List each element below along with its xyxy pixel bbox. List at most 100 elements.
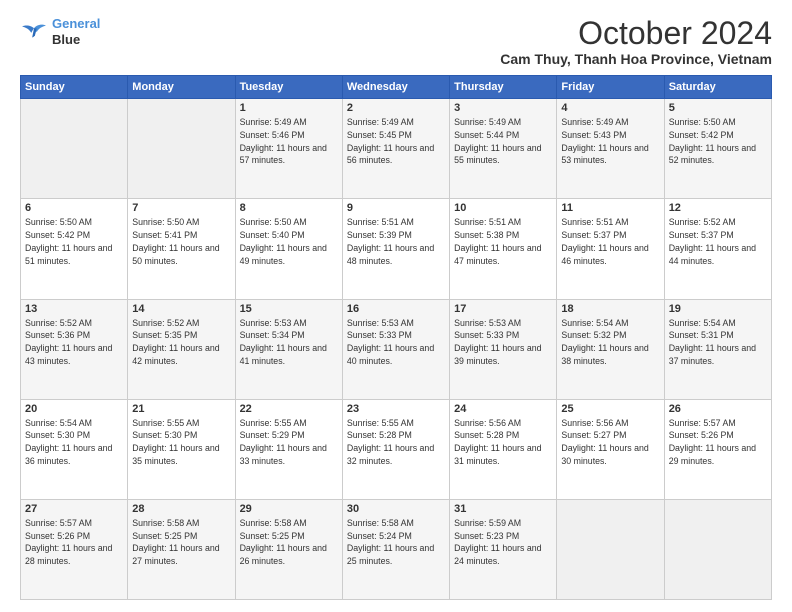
- calendar-cell: 4 Sunrise: 5:49 AMSunset: 5:43 PMDaylight…: [557, 99, 664, 199]
- day-number: 10: [454, 202, 552, 214]
- day-info: Sunrise: 5:57 AMSunset: 5:26 PMDaylight:…: [669, 417, 767, 468]
- month-title: October 2024: [500, 16, 772, 51]
- day-info: Sunrise: 5:56 AMSunset: 5:28 PMDaylight:…: [454, 417, 552, 468]
- calendar-cell: 8 Sunrise: 5:50 AMSunset: 5:40 PMDaylight…: [235, 199, 342, 299]
- day-info: Sunrise: 5:57 AMSunset: 5:26 PMDaylight:…: [25, 517, 123, 568]
- calendar-cell: 22 Sunrise: 5:55 AMSunset: 5:29 PMDayligh…: [235, 399, 342, 499]
- calendar-table: SundayMondayTuesdayWednesdayThursdayFrid…: [20, 75, 772, 600]
- day-info: Sunrise: 5:50 AMSunset: 5:40 PMDaylight:…: [240, 216, 338, 267]
- day-info: Sunrise: 5:58 AMSunset: 5:25 PMDaylight:…: [132, 517, 230, 568]
- day-number: 19: [669, 303, 767, 315]
- calendar-cell: 13 Sunrise: 5:52 AMSunset: 5:36 PMDayligh…: [21, 299, 128, 399]
- day-info: Sunrise: 5:52 AMSunset: 5:37 PMDaylight:…: [669, 216, 767, 267]
- day-info: Sunrise: 5:50 AMSunset: 5:42 PMDaylight:…: [669, 116, 767, 167]
- day-number: 4: [561, 102, 659, 114]
- calendar-cell: 9 Sunrise: 5:51 AMSunset: 5:39 PMDaylight…: [342, 199, 449, 299]
- calendar-cell: 17Sunrise: 5:53 AMSunset: 5:33 PMDayligh…: [450, 299, 557, 399]
- day-info: Sunrise: 5:55 AMSunset: 5:28 PMDaylight:…: [347, 417, 445, 468]
- calendar-cell: [664, 499, 771, 599]
- page-header: General Blue October 2024 Cam Thuy, Than…: [20, 16, 772, 67]
- calendar-cell: 3 Sunrise: 5:49 AMSunset: 5:44 PMDaylight…: [450, 99, 557, 199]
- day-info: Sunrise: 5:58 AMSunset: 5:24 PMDaylight:…: [347, 517, 445, 568]
- weekday-header-thursday: Thursday: [450, 76, 557, 99]
- weekday-header-monday: Monday: [128, 76, 235, 99]
- calendar-cell: 29Sunrise: 5:58 AMSunset: 5:25 PMDayligh…: [235, 499, 342, 599]
- day-info: Sunrise: 5:49 AMSunset: 5:45 PMDaylight:…: [347, 116, 445, 167]
- calendar-cell: 18Sunrise: 5:54 AMSunset: 5:32 PMDayligh…: [557, 299, 664, 399]
- day-number: 13: [25, 303, 123, 315]
- calendar-cell: [128, 99, 235, 199]
- calendar-cell: 30 Sunrise: 5:58 AMSunset: 5:24 PMDayligh…: [342, 499, 449, 599]
- calendar-cell: 28 Sunrise: 5:58 AMSunset: 5:25 PMDayligh…: [128, 499, 235, 599]
- calendar-week-row: 27 Sunrise: 5:57 AMSunset: 5:26 PMDayligh…: [21, 499, 772, 599]
- calendar-cell: 15 Sunrise: 5:53 AMSunset: 5:34 PMDayligh…: [235, 299, 342, 399]
- calendar-cell: 23Sunrise: 5:55 AMSunset: 5:28 PMDayligh…: [342, 399, 449, 499]
- calendar-cell: 19 Sunrise: 5:54 AMSunset: 5:31 PMDayligh…: [664, 299, 771, 399]
- title-area: October 2024 Cam Thuy, Thanh Hoa Provinc…: [500, 16, 772, 67]
- day-number: 14: [132, 303, 230, 315]
- day-number: 7: [132, 202, 230, 214]
- day-number: 12: [669, 202, 767, 214]
- logo-text: General Blue: [52, 16, 100, 47]
- day-number: 27: [25, 503, 123, 515]
- day-info: Sunrise: 5:59 AMSunset: 5:23 PMDaylight:…: [454, 517, 552, 568]
- calendar-cell: 20 Sunrise: 5:54 AMSunset: 5:30 PMDayligh…: [21, 399, 128, 499]
- weekday-header-friday: Friday: [557, 76, 664, 99]
- weekday-header-row: SundayMondayTuesdayWednesdayThursdayFrid…: [21, 76, 772, 99]
- day-number: 3: [454, 102, 552, 114]
- day-number: 9: [347, 202, 445, 214]
- day-info: Sunrise: 5:51 AMSunset: 5:39 PMDaylight:…: [347, 216, 445, 267]
- calendar-week-row: 1 Sunrise: 5:49 AMSunset: 5:46 PMDaylight…: [21, 99, 772, 199]
- day-info: Sunrise: 5:54 AMSunset: 5:30 PMDaylight:…: [25, 417, 123, 468]
- weekday-header-saturday: Saturday: [664, 76, 771, 99]
- day-info: Sunrise: 5:54 AMSunset: 5:31 PMDaylight:…: [669, 317, 767, 368]
- calendar-cell: 11 Sunrise: 5:51 AMSunset: 5:37 PMDayligh…: [557, 199, 664, 299]
- day-info: Sunrise: 5:53 AMSunset: 5:33 PMDaylight:…: [347, 317, 445, 368]
- calendar-cell: 21 Sunrise: 5:55 AMSunset: 5:30 PMDayligh…: [128, 399, 235, 499]
- day-info: Sunrise: 5:52 AMSunset: 5:35 PMDaylight:…: [132, 317, 230, 368]
- day-info: Sunrise: 5:53 AMSunset: 5:34 PMDaylight:…: [240, 317, 338, 368]
- calendar-cell: 6Sunrise: 5:50 AMSunset: 5:42 PMDaylight…: [21, 199, 128, 299]
- calendar-cell: 10 Sunrise: 5:51 AMSunset: 5:38 PMDayligh…: [450, 199, 557, 299]
- calendar-cell: 7 Sunrise: 5:50 AMSunset: 5:41 PMDaylight…: [128, 199, 235, 299]
- day-number: 11: [561, 202, 659, 214]
- day-number: 25: [561, 403, 659, 415]
- day-number: 28: [132, 503, 230, 515]
- calendar-cell: [21, 99, 128, 199]
- calendar-cell: 5Sunrise: 5:50 AMSunset: 5:42 PMDaylight…: [664, 99, 771, 199]
- day-number: 17: [454, 303, 552, 315]
- day-info: Sunrise: 5:51 AMSunset: 5:38 PMDaylight:…: [454, 216, 552, 267]
- day-info: Sunrise: 5:49 AMSunset: 5:46 PMDaylight:…: [240, 116, 338, 167]
- calendar-cell: 24 Sunrise: 5:56 AMSunset: 5:28 PMDayligh…: [450, 399, 557, 499]
- day-info: Sunrise: 5:49 AMSunset: 5:44 PMDaylight:…: [454, 116, 552, 167]
- day-number: 20: [25, 403, 123, 415]
- weekday-header-wednesday: Wednesday: [342, 76, 449, 99]
- day-number: 15: [240, 303, 338, 315]
- calendar-cell: 26 Sunrise: 5:57 AMSunset: 5:26 PMDayligh…: [664, 399, 771, 499]
- weekday-header-tuesday: Tuesday: [235, 76, 342, 99]
- calendar-cell: 14 Sunrise: 5:52 AMSunset: 5:35 PMDayligh…: [128, 299, 235, 399]
- day-number: 31: [454, 503, 552, 515]
- day-info: Sunrise: 5:55 AMSunset: 5:30 PMDaylight:…: [132, 417, 230, 468]
- day-number: 26: [669, 403, 767, 415]
- day-number: 16: [347, 303, 445, 315]
- weekday-header-sunday: Sunday: [21, 76, 128, 99]
- day-info: Sunrise: 5:50 AMSunset: 5:41 PMDaylight:…: [132, 216, 230, 267]
- day-number: 8: [240, 202, 338, 214]
- day-info: Sunrise: 5:56 AMSunset: 5:27 PMDaylight:…: [561, 417, 659, 468]
- calendar-cell: 16 Sunrise: 5:53 AMSunset: 5:33 PMDayligh…: [342, 299, 449, 399]
- day-info: Sunrise: 5:49 AMSunset: 5:43 PMDaylight:…: [561, 116, 659, 167]
- day-info: Sunrise: 5:52 AMSunset: 5:36 PMDaylight:…: [25, 317, 123, 368]
- day-info: Sunrise: 5:58 AMSunset: 5:25 PMDaylight:…: [240, 517, 338, 568]
- day-info: Sunrise: 5:55 AMSunset: 5:29 PMDaylight:…: [240, 417, 338, 468]
- day-number: 1: [240, 102, 338, 114]
- day-number: 21: [132, 403, 230, 415]
- day-number: 24: [454, 403, 552, 415]
- location-title: Cam Thuy, Thanh Hoa Province, Vietnam: [500, 51, 772, 67]
- day-number: 6: [25, 202, 123, 214]
- day-number: 22: [240, 403, 338, 415]
- day-number: 30: [347, 503, 445, 515]
- calendar-cell: 2Sunrise: 5:49 AMSunset: 5:45 PMDaylight…: [342, 99, 449, 199]
- calendar-cell: 27 Sunrise: 5:57 AMSunset: 5:26 PMDayligh…: [21, 499, 128, 599]
- day-info: Sunrise: 5:51 AMSunset: 5:37 PMDaylight:…: [561, 216, 659, 267]
